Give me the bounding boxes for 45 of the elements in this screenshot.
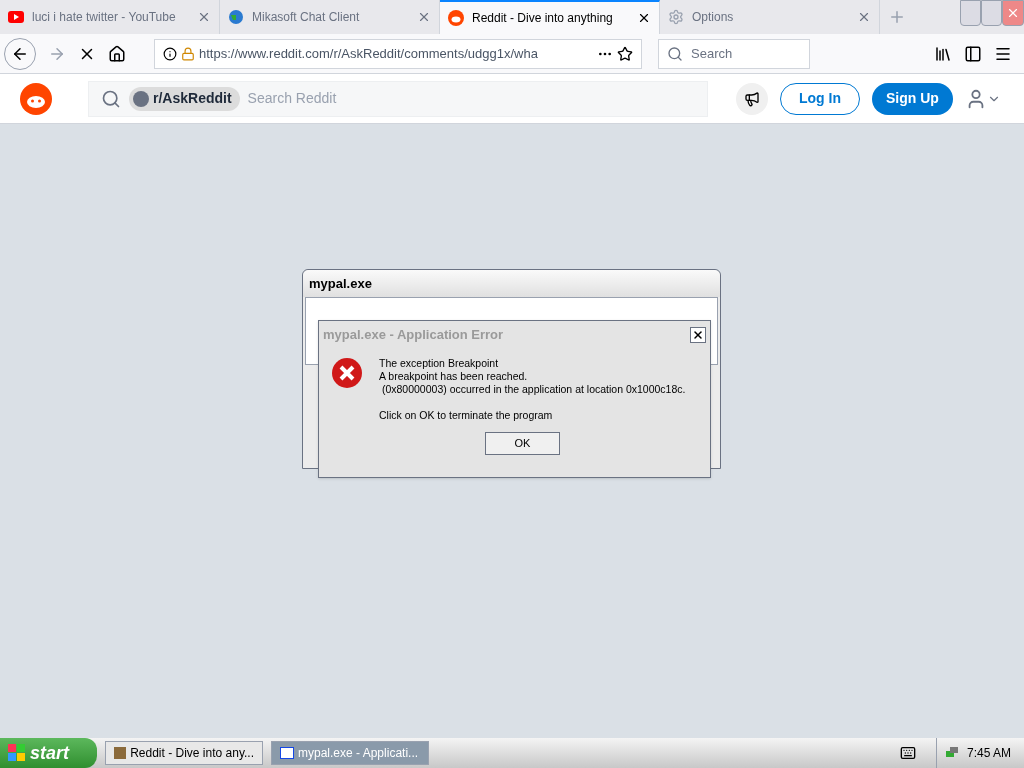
dialog-title: mypal.exe - Application Error	[323, 326, 505, 345]
taskbar-item[interactable]: mypal.exe - Applicati...	[271, 741, 429, 765]
network-icon[interactable]	[945, 746, 959, 760]
settings-icon	[668, 9, 684, 25]
tab-title: Mikasoft Chat Client	[252, 9, 361, 26]
start-button[interactable]: start	[0, 738, 97, 768]
globe-icon	[228, 9, 244, 25]
error-icon	[331, 357, 363, 389]
search-icon	[101, 88, 121, 109]
bookmark-star-icon[interactable]	[617, 45, 633, 62]
reddit-alien-icon	[448, 10, 464, 26]
error-message-line: (0x80000003) occurred in the application at location 0x1000c18c.	[380, 383, 686, 396]
tab-title: Reddit - Dive into anything	[472, 10, 614, 27]
search-icon	[667, 45, 683, 62]
search-field[interactable]: Search	[658, 38, 810, 69]
windows-flag-icon	[8, 744, 26, 762]
window-title: mypal.exe	[309, 274, 372, 293]
home-icon[interactable]	[108, 44, 126, 63]
advertise-button[interactable]	[736, 82, 768, 115]
info-icon[interactable]	[163, 46, 177, 61]
reddit-logo-icon[interactable]	[20, 82, 52, 115]
clock: 7:45 AM	[967, 745, 1012, 762]
signup-button[interactable]: Sign Up	[872, 82, 953, 115]
instruction-text: Click on OK to terminate the program	[379, 409, 554, 422]
tab-title: Options	[692, 9, 735, 26]
close-window-button[interactable]	[1002, 0, 1024, 26]
ok-button[interactable]: OK	[485, 432, 560, 455]
error-message-line: A breakpoint has been reached.	[379, 370, 529, 383]
community-chip[interactable]: r/AskReddit	[129, 86, 240, 111]
megaphone-icon	[744, 90, 760, 107]
browser-tab[interactable]: Reddit - Dive into anything	[440, 0, 660, 34]
sidebar-icon[interactable]	[964, 44, 982, 63]
url-text: https://www.reddit.com/r/AskReddit/comments/udgg1x/wha	[199, 44, 539, 63]
url-bar[interactable]: https://www.reddit.com/r/AskReddit/comments/udgg1x/wha	[154, 38, 642, 69]
reddit-search-field[interactable]: r/AskReddit Search Reddit	[88, 80, 708, 117]
taskbar-item[interactable]: Reddit - Dive into any...	[105, 741, 263, 765]
video-play-icon	[8, 11, 24, 23]
error-message-line: The exception Breakpoint	[379, 357, 500, 370]
close-button[interactable]	[690, 327, 706, 343]
close-icon	[1006, 6, 1020, 20]
keyboard-icon[interactable]	[900, 745, 916, 761]
close-icon[interactable]	[637, 11, 651, 25]
library-icon[interactable]	[934, 44, 952, 63]
close-icon	[692, 329, 704, 341]
tab-title: luci i hate twitter - YouTube	[32, 9, 177, 26]
